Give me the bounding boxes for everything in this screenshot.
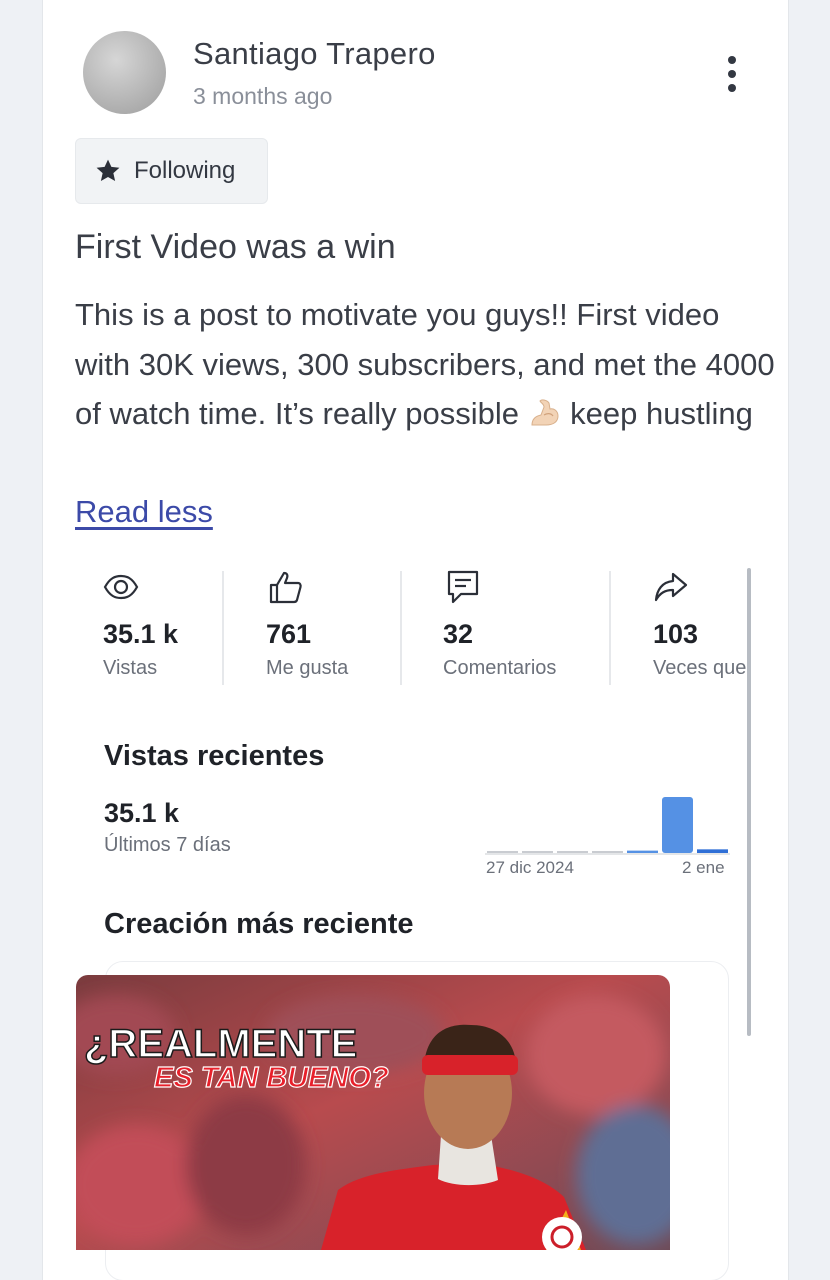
recent-views-period: Últimos 7 días xyxy=(104,834,231,856)
latest-creation-title: Creación más reciente xyxy=(104,908,414,940)
avatar[interactable] xyxy=(83,31,166,114)
thumbnail-subheadline: ES TAN BUENO? xyxy=(154,1062,389,1094)
stat-shares[interactable]: 103 Veces que xyxy=(653,567,753,687)
recent-views-chart[interactable] xyxy=(485,790,730,856)
comments-label: Comentarios xyxy=(443,657,557,679)
star-icon xyxy=(96,159,120,182)
share-icon xyxy=(654,572,688,602)
author-name[interactable]: Santiago Trapero xyxy=(193,36,436,72)
chart-bar-1[interactable] xyxy=(522,851,553,853)
chart-bar-4[interactable] xyxy=(627,850,658,853)
stat-comments[interactable]: 32 Comentarios xyxy=(443,567,623,687)
stat-divider xyxy=(609,571,611,685)
scrollbar-thumb[interactable] xyxy=(747,568,751,1036)
stat-views[interactable]: 35.1 k Vistas xyxy=(103,567,233,687)
thumbnail-headline: ¿REALMENTE xyxy=(84,1022,357,1066)
likes-label: Me gusta xyxy=(266,657,349,679)
x-tick-label-end: 2 ene xyxy=(682,858,725,877)
read-less-link[interactable]: Read less xyxy=(75,494,213,530)
views-label: Vistas xyxy=(103,657,158,679)
x-tick-label-start: 27 dic 2024 xyxy=(486,858,574,877)
stats-row: 35.1 k Vistas 761 Me gusta 32 Comentario… xyxy=(85,567,753,687)
post-body-text-end: keep hustling xyxy=(561,396,753,431)
likes-count: 761 xyxy=(266,619,312,649)
chart-bar-0[interactable] xyxy=(487,851,518,853)
chart-bar-5[interactable] xyxy=(662,797,693,853)
more-options-icon[interactable] xyxy=(721,56,743,92)
following-button[interactable]: Following xyxy=(75,138,268,204)
post-body: This is a post to motivate you guys!! Fi… xyxy=(75,290,775,439)
chart-bar-6[interactable] xyxy=(697,849,728,853)
chart-bar-3[interactable] xyxy=(592,851,623,853)
following-label: Following xyxy=(134,157,236,184)
stat-divider xyxy=(400,571,402,685)
recent-views-count: 35.1 k xyxy=(104,798,180,828)
thumbs-up-icon xyxy=(269,571,302,604)
flexed-biceps-icon xyxy=(531,399,559,426)
stat-divider xyxy=(222,571,224,685)
eye-icon xyxy=(103,574,139,600)
comment-icon xyxy=(447,570,479,604)
video-thumbnail[interactable]: ¿REALMENTE ES TAN BUENO? xyxy=(76,975,670,1250)
shares-count: 103 xyxy=(653,619,699,649)
views-count: 35.1 k xyxy=(103,619,179,649)
post-timestamp: 3 months ago xyxy=(193,83,333,109)
post-title: First Video was a win xyxy=(75,228,396,266)
recent-views-title: Vistas recientes xyxy=(104,740,325,772)
comments-count: 32 xyxy=(443,619,474,649)
shares-label: Veces que xyxy=(653,657,747,679)
chart-bar-2[interactable] xyxy=(557,851,588,853)
stat-likes[interactable]: 761 Me gusta xyxy=(266,567,416,687)
